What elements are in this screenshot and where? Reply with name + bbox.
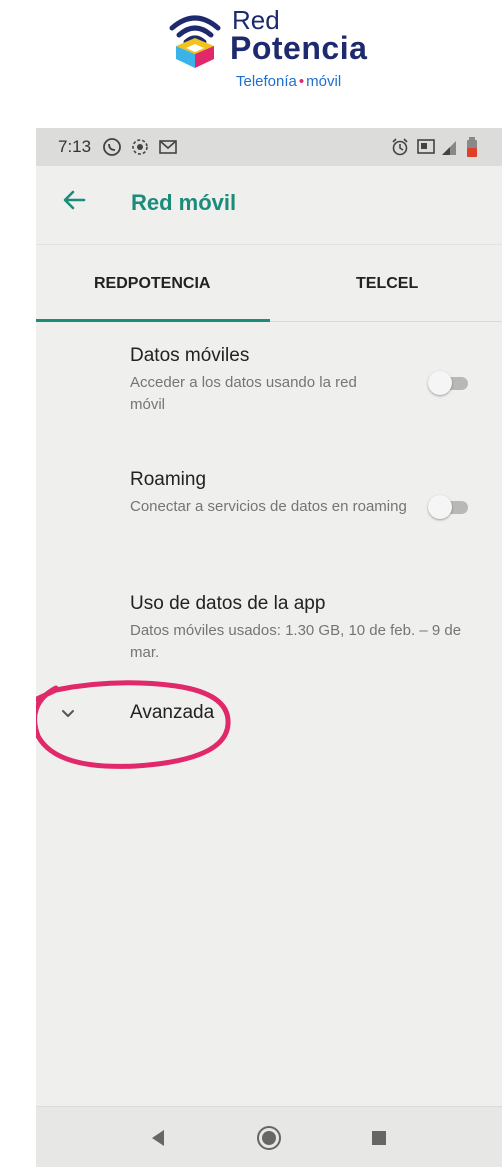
- pref-app-data-usage-summary: Datos móviles usados: 1.30 GB, 10 de feb…: [130, 622, 462, 661]
- home-circle-icon[interactable]: [252, 1121, 286, 1155]
- pref-mobile-data-summary: Acceder a los datos usando la red móvil: [130, 374, 357, 413]
- battery-icon: [467, 137, 477, 157]
- brand-name-line2: Potencia: [230, 30, 368, 66]
- phone-screen: 7:13 Red móvil REDPOTENCIA TELCEL Datos …: [36, 128, 502, 1167]
- cast-icon: [417, 139, 435, 154]
- pref-mobile-data-title: Datos móviles: [130, 345, 250, 366]
- status-time: 7:13: [58, 137, 92, 156]
- pref-roaming-title: Roaming: [130, 469, 207, 490]
- tab-bar: REDPOTENCIA TELCEL: [36, 245, 502, 322]
- roaming-switch[interactable]: [428, 495, 470, 519]
- advanced-label: Avanzada: [130, 702, 215, 723]
- brand-header: Red Potencia Telefonía • móvil: [0, 0, 502, 128]
- brand-tagline: Telefonía • móvil: [236, 73, 341, 90]
- alarm-icon: [392, 138, 408, 156]
- mobile-data-switch[interactable]: [428, 371, 470, 395]
- back-triangle-icon[interactable]: [142, 1121, 176, 1155]
- app-bar: Red móvil: [36, 166, 502, 245]
- redpotencia-logo-icon: [169, 15, 221, 68]
- page-title: Red móvil: [131, 190, 237, 215]
- tagline-separator: •: [298, 73, 305, 90]
- advanced-row[interactable]: Avanzada: [36, 684, 502, 744]
- arrow-left-icon[interactable]: [60, 186, 88, 214]
- recents-square-icon[interactable]: [362, 1121, 396, 1155]
- pref-app-data-usage-title: Uso de datos de la app: [130, 593, 326, 614]
- pref-roaming-summary: Conectar a servicios de datos en roaming: [130, 498, 407, 515]
- navigation-bar: [36, 1106, 502, 1167]
- switch-thumb: [428, 495, 452, 519]
- whatsapp-icon: [103, 138, 121, 156]
- tagline-part1: Telefonía: [236, 73, 297, 90]
- tab-indicator: [36, 319, 270, 322]
- chevron-down-icon: [62, 710, 74, 717]
- signal-icon: [442, 141, 456, 155]
- tagline-part2: móvil: [306, 73, 342, 90]
- tab-redpotencia[interactable]: REDPOTENCIA: [94, 275, 210, 293]
- status-bar: 7:13: [36, 128, 502, 166]
- tab-telcel[interactable]: TELCEL: [356, 275, 418, 293]
- pref-app-data-usage[interactable]: Uso de datos de la app Datos móviles usa…: [130, 592, 482, 664]
- screen-record-icon: [132, 139, 148, 155]
- switch-thumb: [428, 371, 452, 395]
- gmail-icon: [159, 140, 177, 154]
